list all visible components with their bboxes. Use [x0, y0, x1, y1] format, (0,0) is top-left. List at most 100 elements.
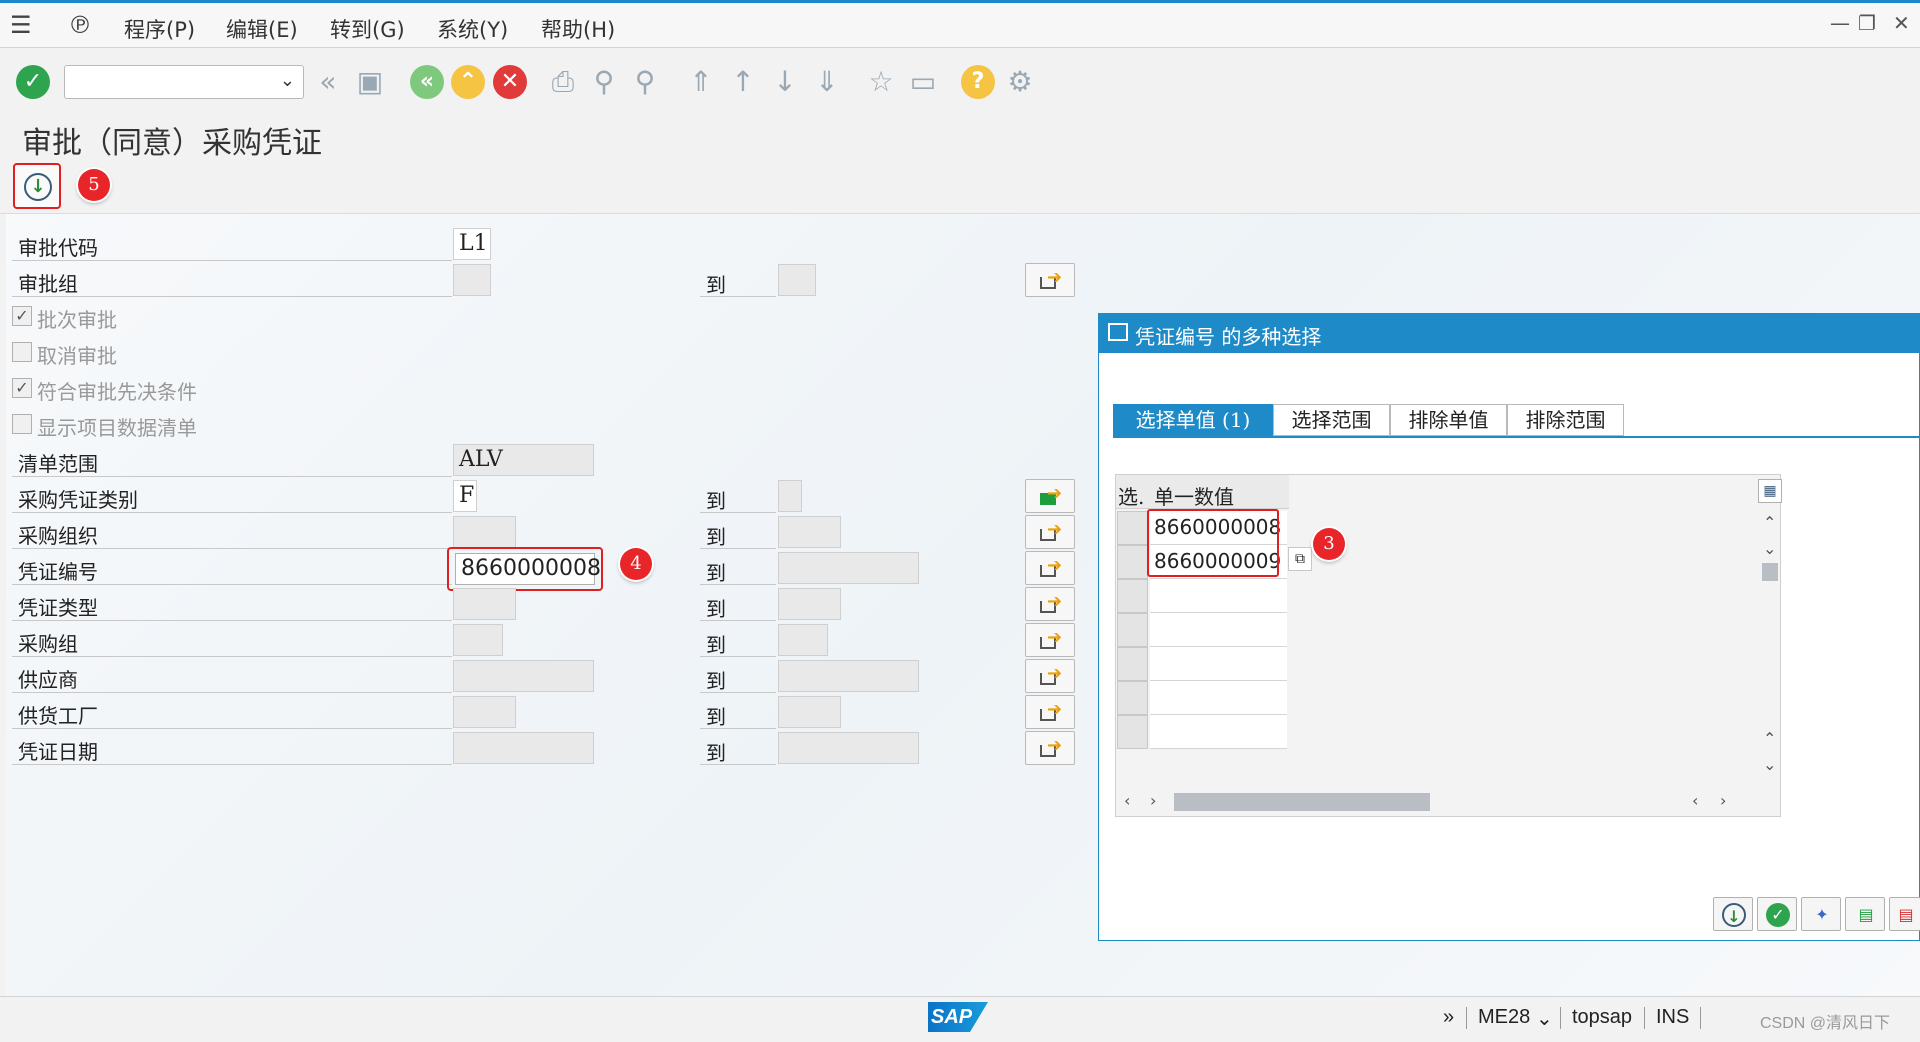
- scroll-left-icon[interactable]: ‹: [1124, 791, 1130, 810]
- execute-button[interactable]: ↓: [1713, 897, 1753, 931]
- help-icon[interactable]: ?: [961, 65, 995, 99]
- chevron-down-icon[interactable]: ⌄: [280, 70, 295, 91]
- delete-line-button[interactable]: ▤: [1889, 897, 1920, 931]
- close-icon[interactable]: ✕: [1893, 11, 1910, 35]
- document-category-input[interactable]: F: [453, 480, 477, 512]
- dialog-title-bar[interactable]: 凭证编号 的多种选择: [1099, 314, 1920, 353]
- document-type-input[interactable]: [453, 588, 516, 620]
- document-date-to-input[interactable]: [778, 732, 919, 764]
- scroll-page-up-icon[interactable]: ⌃: [1763, 729, 1776, 748]
- maximize-icon[interactable]: ❐: [1858, 11, 1876, 35]
- status-more-button[interactable]: »: [1443, 1006, 1454, 1029]
- back-circle-icon[interactable]: «: [410, 65, 444, 99]
- settings-icon[interactable]: ⚙: [1003, 65, 1037, 99]
- document-date-input[interactable]: [453, 732, 594, 764]
- tab-exclude-single-values[interactable]: 排除单值: [1390, 404, 1507, 436]
- table-row[interactable]: [1150, 647, 1287, 681]
- checkbox-icon[interactable]: [12, 414, 32, 434]
- horizontal-scrollbar[interactable]: ‹ › ‹ ›: [1116, 785, 1780, 817]
- last-page-icon[interactable]: ⇓: [810, 65, 844, 99]
- supplying-plant-multiple-selection-button[interactable]: ➔: [1025, 695, 1075, 729]
- chevron-down-icon[interactable]: ⌄: [1536, 1006, 1553, 1031]
- document-number-multiple-selection-button[interactable]: ➔: [1025, 551, 1075, 585]
- scroll-page-down-icon[interactable]: ⌄: [1763, 755, 1776, 774]
- find-next-icon[interactable]: ⚲: [628, 65, 662, 99]
- purch-group-input[interactable]: [453, 624, 503, 656]
- vendor-multiple-selection-button[interactable]: ➔: [1025, 659, 1075, 693]
- vertical-scrollbar[interactable]: ▦ ⌃ ⌄ ⌃ ⌄: [1758, 479, 1782, 781]
- execute-button[interactable]: ↓: [13, 163, 61, 209]
- table-row[interactable]: [1150, 579, 1287, 613]
- document-number-input[interactable]: 8660000008: [455, 553, 601, 585]
- row-selector[interactable]: [1117, 613, 1148, 647]
- supplying-plant-to-input[interactable]: [778, 696, 841, 728]
- prev-page-icon[interactable]: ↑: [726, 65, 760, 99]
- supplying-plant-input[interactable]: [453, 696, 516, 728]
- transaction-code[interactable]: ME28: [1478, 1006, 1530, 1029]
- list-scope-input[interactable]: ALV: [453, 444, 594, 476]
- table-row[interactable]: [1150, 681, 1287, 715]
- insert-mode[interactable]: INS: [1656, 1006, 1689, 1029]
- vendor-input[interactable]: [453, 660, 594, 692]
- checkbox-icon[interactable]: ✓: [12, 306, 32, 326]
- menu-help[interactable]: 帮助(H): [541, 14, 615, 44]
- scroll-left-icon[interactable]: ‹: [1692, 791, 1698, 810]
- vendor-to-input[interactable]: [778, 660, 919, 692]
- document-type-to-input[interactable]: [778, 588, 841, 620]
- scroll-right-icon[interactable]: ›: [1720, 791, 1726, 810]
- menu-system[interactable]: 系统(Y): [437, 14, 508, 44]
- table-row[interactable]: [1150, 613, 1287, 647]
- insert-line-button[interactable]: ▤: [1845, 897, 1885, 931]
- save-icon[interactable]: ▣: [353, 65, 387, 99]
- menu-goto[interactable]: 转到(G): [330, 14, 405, 44]
- copy-button[interactable]: ✓: [1757, 897, 1797, 931]
- next-page-icon[interactable]: ↓: [768, 65, 802, 99]
- row-selector[interactable]: [1117, 681, 1148, 715]
- tab-select-single-values[interactable]: 选择单值 (1): [1113, 404, 1273, 436]
- row-selector[interactable]: [1117, 545, 1148, 579]
- horizontal-scroll-thumb[interactable]: [1174, 793, 1430, 811]
- value-help-icon[interactable]: ⧉: [1288, 547, 1312, 571]
- create-session-icon[interactable]: ☆: [864, 65, 898, 99]
- scroll-thumb[interactable]: [1762, 563, 1778, 581]
- document-type-multiple-selection-button[interactable]: ➔: [1025, 587, 1075, 621]
- row-selector[interactable]: [1117, 579, 1148, 613]
- enter-icon[interactable]: ✓: [16, 65, 50, 99]
- command-field[interactable]: ⌄: [64, 65, 304, 99]
- release-group-multiple-selection-button[interactable]: ➔: [1025, 263, 1075, 297]
- purch-org-multiple-selection-button[interactable]: ➔: [1025, 515, 1075, 549]
- release-group-to-input[interactable]: [778, 264, 816, 296]
- check-entries-button[interactable]: ✦: [1801, 897, 1841, 931]
- scroll-down-icon[interactable]: ⌄: [1763, 539, 1776, 558]
- scroll-right-icon[interactable]: ›: [1150, 791, 1156, 810]
- menu-edit[interactable]: 编辑(E): [226, 14, 298, 44]
- minimize-icon[interactable]: —: [1830, 11, 1850, 35]
- purch-group-to-input[interactable]: [778, 624, 828, 656]
- customize-icon[interactable]: ℗: [68, 11, 92, 39]
- menu-icon[interactable]: ☰: [10, 11, 32, 39]
- document-number-to-input[interactable]: [778, 552, 919, 584]
- purch-org-to-input[interactable]: [778, 516, 841, 548]
- row-selector[interactable]: [1117, 715, 1148, 749]
- table-row[interactable]: [1150, 715, 1287, 749]
- row-selector[interactable]: [1117, 647, 1148, 681]
- document-category-to-input[interactable]: [778, 480, 802, 512]
- table-settings-icon[interactable]: ▦: [1758, 479, 1782, 503]
- purch-org-input[interactable]: [453, 516, 516, 548]
- purch-group-multiple-selection-button[interactable]: ➔: [1025, 623, 1075, 657]
- document-category-multiple-selection-button[interactable]: ➔: [1025, 479, 1075, 513]
- tab-exclude-ranges[interactable]: 排除范围: [1507, 404, 1624, 436]
- release-group-input[interactable]: [453, 264, 491, 296]
- tab-select-ranges[interactable]: 选择范围: [1273, 404, 1390, 436]
- cancel-icon[interactable]: ✕: [493, 65, 527, 99]
- menu-program[interactable]: 程序(P): [124, 14, 195, 44]
- print-icon[interactable]: ⎙: [546, 65, 580, 99]
- release-code-input[interactable]: L1: [453, 228, 491, 260]
- scroll-up-icon[interactable]: ⌃: [1763, 513, 1776, 532]
- exit-icon[interactable]: ⌃: [451, 65, 485, 99]
- shortcut-icon[interactable]: ▭: [906, 65, 940, 99]
- first-page-icon[interactable]: ⇑: [684, 65, 718, 99]
- checkbox-icon[interactable]: [12, 342, 32, 362]
- find-icon[interactable]: ⚲: [587, 65, 621, 99]
- checkbox-icon[interactable]: ✓: [12, 378, 32, 398]
